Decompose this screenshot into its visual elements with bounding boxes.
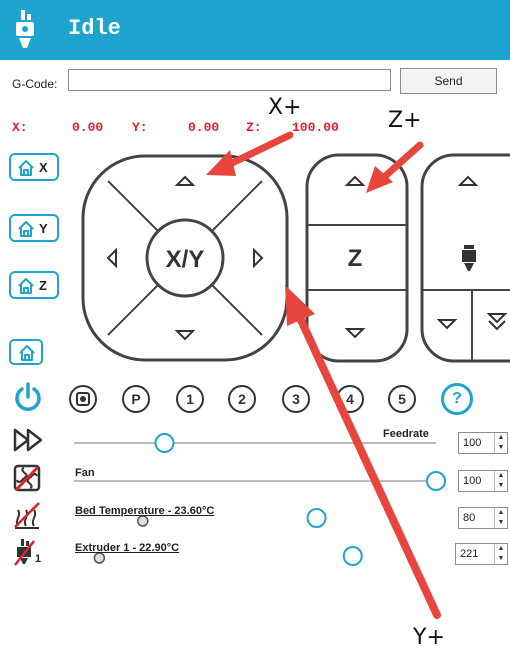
home-icon (19, 345, 35, 361)
bed-temperature-spinbox[interactable]: 80 ▲ ▼ (458, 507, 508, 529)
z-coord-label: Z: (246, 120, 262, 135)
xy-jog-pad[interactable]: X/Y (80, 153, 290, 363)
fan-slider[interactable] (74, 471, 446, 491)
home-y-button[interactable]: Y (9, 214, 59, 242)
bed-target-temp-thumb[interactable] (306, 508, 327, 528)
fast-forward-icon (13, 428, 43, 452)
preset-2-button[interactable]: 2 (228, 385, 256, 413)
help-button[interactable]: ? (441, 383, 473, 415)
extruder-temperature-value: 221 (460, 548, 479, 560)
spin-arrows-icon[interactable]: ▲ ▼ (494, 471, 507, 491)
printer-head-icon (16, 10, 34, 48)
extruder-temperature-label: Extruder 1 - 22.90°C (75, 542, 180, 554)
home-y-label: Y (39, 221, 48, 236)
gcode-input[interactable] (68, 69, 391, 91)
home-icon (18, 160, 34, 176)
z-coord-value: 100.00 (292, 120, 339, 135)
home-x-button[interactable]: X (9, 153, 59, 181)
preset-3-button[interactable]: 3 (282, 385, 310, 413)
z-jog-pad[interactable]: Z (305, 153, 409, 363)
feedrate-value: 100 (463, 437, 482, 449)
status-text: Idle (68, 16, 121, 41)
spin-arrows-icon[interactable]: ▲ ▼ (494, 508, 507, 528)
preset-1-button[interactable]: 1 (176, 385, 204, 413)
xy-center-label: X/Y (166, 246, 205, 273)
stop-icon (76, 392, 90, 406)
x-coord-label: X: (12, 120, 28, 135)
extruder-index-label: 1 (35, 553, 42, 565)
feedrate-label: Feedrate (383, 428, 429, 440)
feedrate-spinbox[interactable]: 100 ▲ ▼ (458, 432, 508, 454)
home-z-button[interactable]: Z (9, 271, 59, 299)
y-coord-label: Y: (132, 120, 148, 135)
title-bar: Idle (0, 0, 510, 60)
spin-arrows-icon[interactable]: ▲ ▼ (494, 433, 507, 453)
preset-4-button[interactable]: 4 (336, 385, 364, 413)
z-plus-annotation: Z+ (388, 108, 422, 133)
extruder-jog-pad[interactable] (420, 153, 510, 363)
z-center-label: Z (348, 245, 363, 272)
home-x-label: X (39, 160, 48, 175)
fan-value: 100 (463, 475, 482, 487)
spin-arrows-icon[interactable]: ▲ ▼ (494, 544, 507, 564)
stop-button[interactable] (69, 385, 97, 413)
extruder-current-temp-marker[interactable] (93, 552, 106, 564)
home-icon (18, 278, 34, 294)
preset-5-button[interactable]: 5 (388, 385, 416, 413)
feedrate-slider-thumb[interactable] (154, 433, 175, 453)
send-button[interactable]: Send (400, 68, 497, 94)
x-plus-annotation: X+ (268, 95, 302, 120)
bed-temperature-label: Bed Temperature - 23.60°C (75, 505, 215, 517)
home-icon (18, 221, 34, 237)
fan-spinbox[interactable]: 100 ▲ ▼ (458, 470, 508, 492)
extruder-temperature-spinbox[interactable]: 221 ▲ ▼ (455, 543, 508, 565)
power-icon[interactable] (12, 381, 44, 413)
park-button[interactable]: P (122, 385, 150, 413)
home-z-label: Z (39, 278, 47, 293)
bed-temperature-value: 80 (463, 512, 476, 524)
y-coord-value: 0.00 (188, 120, 220, 135)
bed-current-temp-marker[interactable] (137, 515, 149, 527)
fan-label: Fan (75, 467, 95, 479)
x-coord-value: 0.00 (72, 120, 104, 135)
fan-slider-thumb[interactable] (426, 471, 446, 491)
gcode-label: G-Code: (12, 77, 58, 91)
y-plus-annotation: Y+ (413, 625, 445, 650)
extruder-target-temp-thumb[interactable] (342, 546, 363, 566)
home-all-button[interactable] (9, 339, 43, 365)
bed-heat-icon (14, 502, 40, 529)
feedrate-slider[interactable] (74, 433, 436, 453)
fan-off-icon (13, 464, 41, 492)
